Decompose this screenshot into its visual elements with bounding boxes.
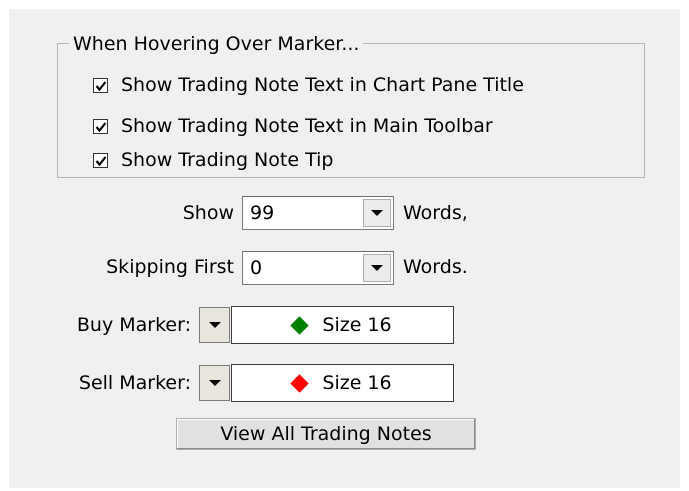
show-words-label: Show	[182, 202, 234, 224]
sell-marker-preview[interactable]: Size 16	[231, 364, 454, 402]
buy-marker-dropdown-button[interactable]	[199, 307, 230, 343]
checkbox-label: Show Trading Note Text in Main Toolbar	[121, 115, 493, 137]
sell-marker-label: Sell Marker:	[78, 372, 191, 394]
checkbox-row-note-tip[interactable]: Show Trading Note Tip	[93, 149, 333, 171]
checkbox-row-main-toolbar[interactable]: Show Trading Note Text in Main Toolbar	[93, 115, 493, 137]
skip-words-label: Skipping First	[106, 256, 234, 278]
skip-words-combo[interactable]: 0	[242, 251, 394, 285]
checkmark-icon	[95, 155, 107, 166]
checkbox-label: Show Trading Note Text in Chart Pane Tit…	[121, 74, 524, 96]
buy-marker-preview[interactable]: Size 16	[231, 306, 454, 344]
chevron-down-icon	[371, 265, 383, 271]
checkbox-main-toolbar[interactable]	[93, 118, 108, 134]
checkbox-label: Show Trading Note Tip	[121, 149, 334, 171]
show-words-dropdown-button[interactable]	[363, 199, 391, 227]
show-words-combo[interactable]: 99	[242, 196, 394, 230]
buy-marker-size: Size 16	[322, 314, 392, 336]
sell-marker-dropdown-button[interactable]	[199, 365, 230, 401]
sell-marker-size: Size 16	[322, 372, 392, 394]
show-words-value: 99	[250, 202, 275, 224]
chevron-down-icon	[208, 380, 221, 386]
checkbox-note-tip[interactable]	[93, 152, 108, 168]
checkbox-row-chart-pane-title[interactable]: Show Trading Note Text in Chart Pane Tit…	[93, 74, 524, 96]
skip-words-value: 0	[250, 257, 263, 279]
checkbox-chart-pane-title[interactable]	[93, 77, 108, 93]
view-all-trading-notes-button[interactable]: View All Trading Notes	[176, 418, 476, 450]
checkmark-icon	[95, 121, 107, 132]
skip-words-dropdown-button[interactable]	[363, 254, 391, 282]
chevron-down-icon	[371, 210, 383, 216]
skip-words-suffix: Words.	[403, 256, 468, 278]
checkmark-icon	[95, 80, 107, 91]
red-diamond-icon	[290, 373, 310, 393]
groupbox-title: When Hovering Over Marker...	[69, 33, 364, 55]
chevron-down-icon	[208, 322, 221, 328]
buy-marker-label: Buy Marker:	[76, 314, 191, 336]
green-diamond-icon	[290, 315, 310, 335]
show-words-suffix: Words,	[403, 202, 468, 224]
